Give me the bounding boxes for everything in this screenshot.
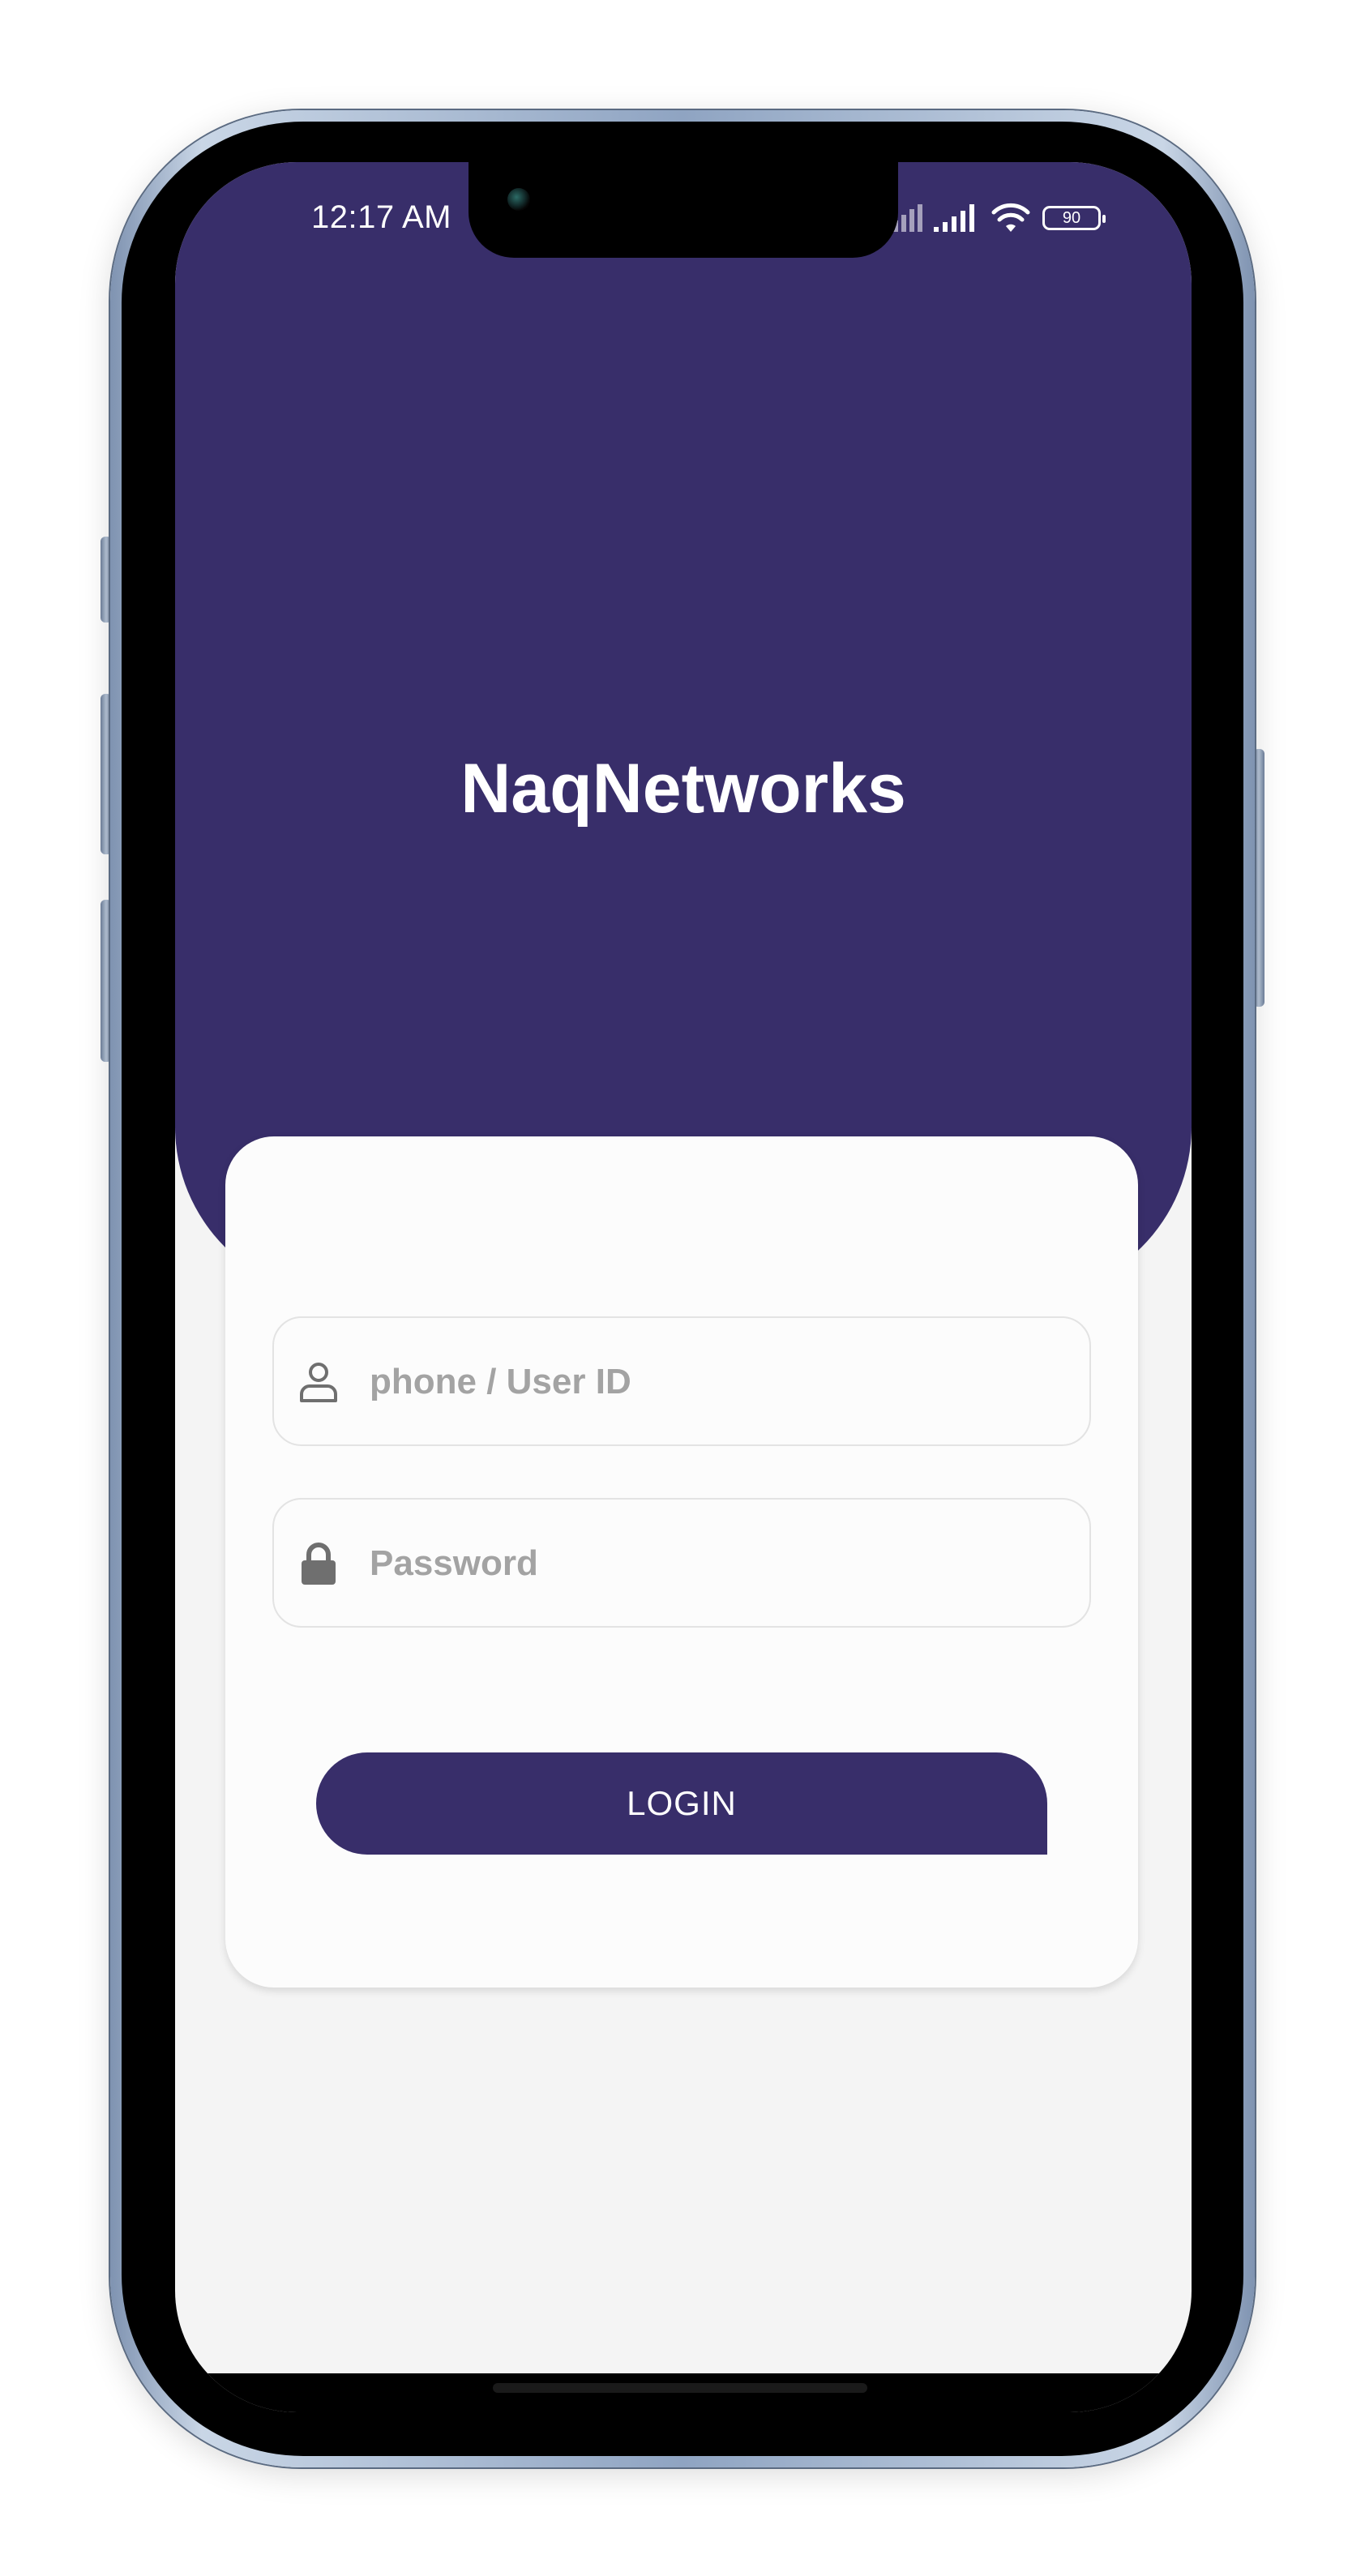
status-time: 12:17 AM: [311, 199, 452, 235]
password-placeholder: Password: [370, 1543, 538, 1583]
app-title: NaqNetworks: [460, 750, 906, 828]
front-camera: [507, 188, 530, 211]
login-button-label: LOGIN: [627, 1784, 737, 1822]
header-background: [175, 162, 1192, 1297]
notch: [469, 162, 898, 258]
wifi-icon: [991, 203, 1030, 232]
battery-icon: 90: [1042, 206, 1106, 230]
status-icons: 90: [885, 198, 1106, 238]
lock-icon: [302, 1543, 336, 1585]
screen-bottom-edge: [175, 2373, 1192, 2412]
power-button: [1253, 749, 1264, 1007]
user-id-placeholder: phone / User ID: [370, 1362, 631, 1401]
password-field[interactable]: Password: [272, 1498, 1091, 1628]
battery-level: 90: [1062, 208, 1081, 227]
signal-icon: [934, 204, 974, 232]
user-id-field[interactable]: phone / User ID: [272, 1316, 1091, 1446]
login-card: phone / User ID Password LOGIN: [225, 1136, 1138, 1988]
page: 12:17 AM 90 NaqNetworks phone / User ID …: [0, 0, 1365, 2576]
login-button[interactable]: LOGIN: [316, 1752, 1047, 1855]
home-indicator[interactable]: [493, 2383, 867, 2393]
user-icon: [300, 1363, 337, 1402]
app-screen: 12:17 AM 90 NaqNetworks phone / User ID …: [175, 162, 1192, 2412]
